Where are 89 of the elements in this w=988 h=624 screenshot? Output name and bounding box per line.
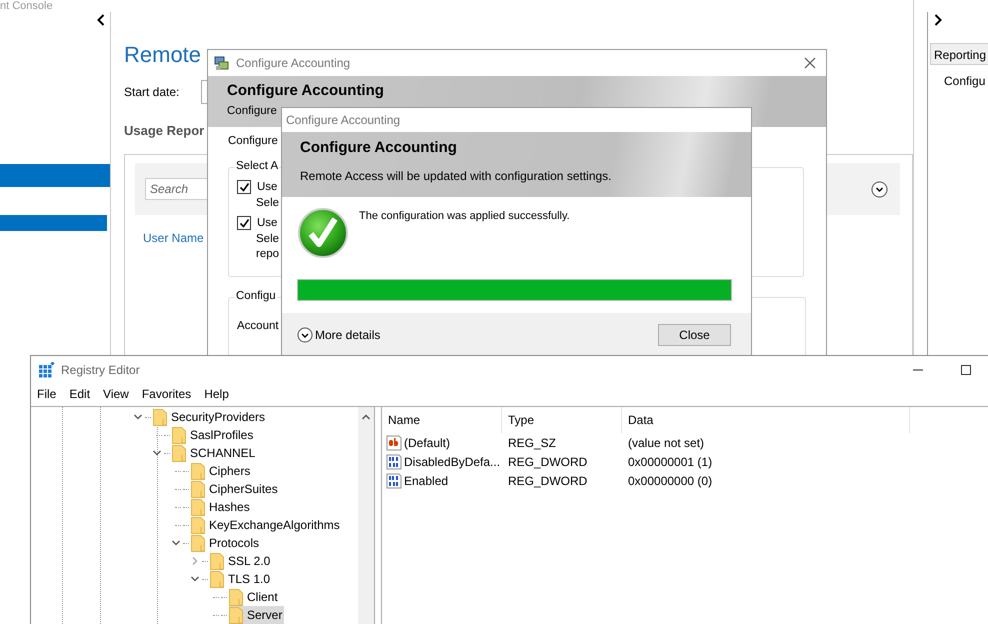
folder-icon xyxy=(191,534,205,552)
more-details-toggle[interactable]: More details xyxy=(297,327,380,343)
menu-item[interactable]: File xyxy=(37,387,56,403)
registry-icon xyxy=(39,362,55,378)
network-settings-icon xyxy=(214,55,230,71)
window-title: Registry Editor xyxy=(61,363,140,377)
expand-chevron-icon[interactable] xyxy=(871,180,888,198)
window-title: nt Console xyxy=(0,0,53,12)
side-link[interactable]: Configu xyxy=(944,74,986,88)
value-name[interactable]: Enabled xyxy=(404,474,448,488)
folder-icon xyxy=(210,570,224,588)
menu-item[interactable]: Favorites xyxy=(142,387,192,403)
checkbox[interactable] xyxy=(237,216,251,230)
column-header[interactable]: Name xyxy=(382,407,502,433)
tree-item[interactable]: Ciphers xyxy=(191,462,252,480)
menu-item[interactable]: Edit xyxy=(69,387,90,403)
tree-item[interactable]: CipherSuites xyxy=(191,480,280,498)
group-legend: Select A xyxy=(235,160,280,172)
folder-icon xyxy=(191,462,205,480)
field-label: Account xyxy=(237,320,279,332)
collapse-caret-icon[interactable] xyxy=(152,448,162,458)
start-date-label: Start date: xyxy=(124,85,180,99)
tree-item[interactable]: SCHANNEL xyxy=(172,444,258,462)
window-title: Configure Accounting xyxy=(286,113,400,127)
folder-icon xyxy=(172,426,186,444)
close-button[interactable]: Close xyxy=(658,324,731,346)
check-icon xyxy=(238,218,250,228)
option-description: Sele xyxy=(255,197,280,209)
checkbox[interactable] xyxy=(237,180,251,194)
tree-item[interactable]: SaslProfiles xyxy=(172,426,256,444)
page-heading: Remote xyxy=(124,42,202,68)
tree-item[interactable]: Client xyxy=(229,588,280,606)
value-name[interactable]: DisabledByDefa... xyxy=(404,454,500,468)
tree-item[interactable]: TLS 1.0 xyxy=(210,570,272,588)
table-cell-text: REG_DWORD xyxy=(507,474,588,488)
folder-icon xyxy=(191,516,205,534)
dialog-subheading: Configure xyxy=(227,105,278,117)
section-heading: Usage Repor xyxy=(124,123,204,138)
folder-icon xyxy=(210,552,224,570)
folder-icon xyxy=(229,606,243,624)
collapse-caret-icon[interactable] xyxy=(171,538,181,548)
folder-icon xyxy=(153,408,167,426)
tree-item[interactable]: SecurityProviders xyxy=(153,408,268,426)
menu-item[interactable]: View xyxy=(103,387,129,403)
collapse-caret-icon[interactable] xyxy=(133,412,143,422)
dialog-heading: Configure Accounting xyxy=(300,139,458,156)
binary-value-icon xyxy=(386,472,402,488)
dialog-subtitle: Remote Access will be updated with configuration settings. xyxy=(300,169,613,183)
folder-icon xyxy=(191,480,205,498)
close-icon[interactable] xyxy=(804,57,816,69)
table-cell-text: 0x00000000 (0) xyxy=(627,474,714,488)
side-tab[interactable]: Reporting xyxy=(930,43,988,65)
string-value-icon xyxy=(386,434,402,450)
table-cell-text: 0x00000001 (1) xyxy=(627,454,714,468)
success-check-icon xyxy=(297,207,349,259)
collapse-caret-icon[interactable] xyxy=(190,574,200,584)
tree-item[interactable]: Hashes xyxy=(191,498,252,516)
column-header[interactable]: Type xyxy=(502,407,622,433)
menu-item[interactable]: Help xyxy=(204,387,229,403)
option-description: Sele xyxy=(255,233,280,245)
check-icon xyxy=(238,182,250,192)
table-cell-text: REG_DWORD xyxy=(507,454,588,468)
window-title: Configure Accounting xyxy=(236,56,350,70)
folder-icon xyxy=(172,444,186,462)
group-legend: Configu xyxy=(235,290,277,302)
chevron-icon xyxy=(297,327,313,343)
tree-item[interactable]: SSL 2.0 xyxy=(210,552,272,570)
intro-text: Configure xyxy=(228,135,278,147)
binary-value-icon xyxy=(386,454,402,470)
status-message: The configuration was applied successfully. xyxy=(359,210,570,222)
maximize-icon[interactable] xyxy=(960,364,972,376)
expand-pane-icon[interactable] xyxy=(934,14,942,26)
option-label: Use xyxy=(257,181,278,193)
column-header[interactable]: Data xyxy=(622,407,910,433)
scrollbar[interactable] xyxy=(358,407,374,624)
tree-item[interactable]: Server xyxy=(229,606,284,624)
scroll-up-icon[interactable] xyxy=(361,413,371,421)
column-header[interactable]: User Name xyxy=(143,231,204,245)
folder-icon xyxy=(229,588,243,606)
table-cell-text: REG_SZ xyxy=(507,436,558,450)
folder-icon xyxy=(191,498,205,516)
tree-item[interactable]: Protocols xyxy=(191,534,262,552)
collapse-pane-icon[interactable] xyxy=(97,14,105,26)
option-label: Use xyxy=(257,217,278,229)
dialog-heading: Configure Accounting xyxy=(227,82,385,99)
table-cell-text: (value not set) xyxy=(627,436,706,450)
value-name[interactable]: (Default) xyxy=(404,436,450,450)
option-description: repo xyxy=(255,248,280,260)
tree-item[interactable]: KeyExchangeAlgorithms xyxy=(191,516,342,534)
